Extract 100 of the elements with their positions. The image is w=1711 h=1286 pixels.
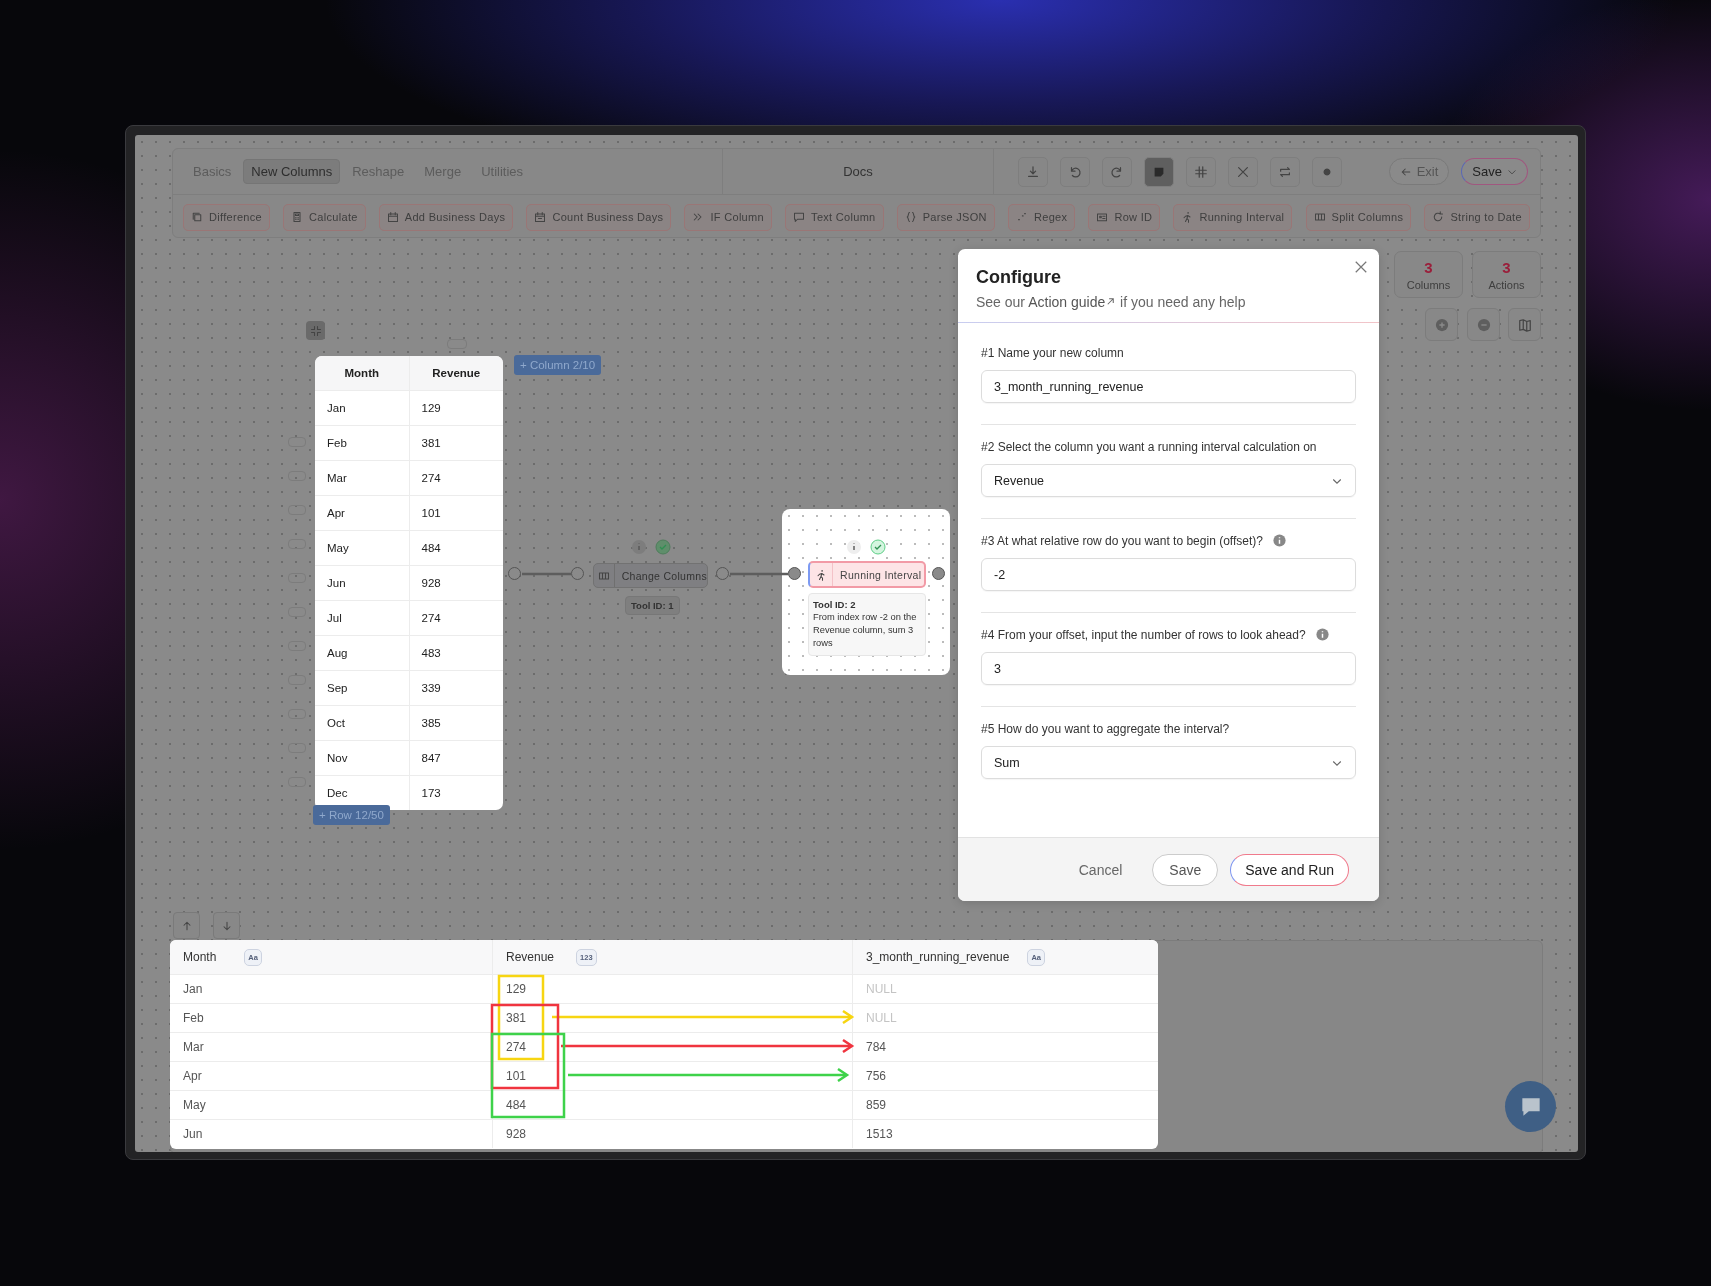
table-cell: 173 <box>408 776 503 810</box>
action-button[interactable]: Add Business Days <box>378 203 514 231</box>
table-cell-text: Oct <box>326 716 346 731</box>
row-handle[interactable] <box>288 573 306 583</box>
columns-icon <box>1313 211 1326 223</box>
docs-link[interactable]: Docs <box>843 164 873 179</box>
workflow-node[interactable]: Running Interval <box>808 561 926 588</box>
row-handle[interactable] <box>288 641 306 651</box>
zoom-in-button[interactable] <box>1425 308 1458 341</box>
table-cell: Jun <box>183 1127 203 1141</box>
save-button[interactable]: Save <box>1461 158 1528 185</box>
info-icon[interactable] <box>631 539 647 555</box>
column-header: Revenue <box>408 356 503 390</box>
dialog-title: Configure <box>976 267 1062 288</box>
note-button[interactable] <box>1144 156 1174 187</box>
dialog-subtitle: See our Action guide if you need any help <box>976 294 1247 310</box>
input-field[interactable]: -2 <box>981 558 1356 591</box>
row-handle[interactable] <box>288 505 306 515</box>
add-column-button[interactable]: + Column 2/10 <box>514 355 602 375</box>
action-button[interactable]: Row ID <box>1088 203 1161 231</box>
action-button[interactable]: Parse JSON <box>896 203 995 231</box>
arrow-up-icon <box>180 919 193 932</box>
table-cell-text: Aug <box>326 646 349 661</box>
table-cell: 484 <box>506 1098 527 1112</box>
row-handle[interactable] <box>288 437 306 447</box>
connector-line <box>730 572 788 576</box>
table-cell: 784 <box>866 1040 887 1054</box>
calendar-icon <box>386 211 399 223</box>
row-handle[interactable] <box>288 777 306 787</box>
redo-button[interactable] <box>1102 156 1132 187</box>
stat-label: Columns <box>1406 278 1451 291</box>
stat-value: 3 <box>1502 258 1511 276</box>
hash-icon <box>1194 164 1208 179</box>
plus-circle-icon <box>1434 317 1449 332</box>
download-button[interactable] <box>1018 156 1048 187</box>
node-label: Running Interval <box>839 568 922 581</box>
map-button[interactable] <box>1508 308 1541 341</box>
table-cell: NULL <box>866 1011 897 1025</box>
action-button[interactable]: Count Business Days <box>526 203 672 231</box>
save-and-run-button[interactable]: Save and Run <box>1230 853 1349 886</box>
info-icon[interactable] <box>1315 628 1329 641</box>
action-button[interactable]: Text Column <box>785 203 884 231</box>
action-guide-link[interactable]: Action guide <box>1028 294 1117 310</box>
swap-button[interactable] <box>1270 156 1300 187</box>
table-cell: 847 <box>408 741 503 775</box>
table-cell-text: Sep <box>326 681 349 696</box>
save-button[interactable]: Save <box>1152 853 1219 886</box>
refresh-icon <box>1432 211 1445 223</box>
node-label: Change Columns <box>620 569 707 582</box>
action-button[interactable]: Difference <box>183 203 270 231</box>
arrow-down-icon <box>220 919 233 932</box>
tab[interactable]: New Columns <box>243 159 341 184</box>
table-cell-text: Mar <box>326 471 348 486</box>
info-icon[interactable] <box>846 539 862 555</box>
info-icon[interactable] <box>1272 534 1286 547</box>
table-cell: 385 <box>408 706 503 740</box>
runner-icon <box>815 568 827 581</box>
input-field[interactable]: 3_month_running_revenue <box>981 370 1356 403</box>
row-handle[interactable] <box>288 471 306 481</box>
minus-circle-icon <box>1476 317 1491 332</box>
zoom-out-button[interactable] <box>1467 308 1500 341</box>
action-button[interactable]: Calculate <box>283 203 366 231</box>
redo-icon <box>1110 164 1124 179</box>
hash-button[interactable] <box>1186 156 1216 187</box>
action-button[interactable]: Regex <box>1007 203 1076 231</box>
column-handle[interactable] <box>447 339 467 349</box>
scroll-down-button[interactable] <box>213 912 240 939</box>
row-handle[interactable] <box>288 607 306 617</box>
row-handle[interactable] <box>288 709 306 719</box>
dropdown[interactable]: Sum <box>981 746 1356 779</box>
action-button[interactable]: Split Columns <box>1305 203 1412 231</box>
undo-button[interactable] <box>1060 156 1090 187</box>
workflow-node[interactable]: Change Columns <box>593 563 708 588</box>
record-button[interactable] <box>1312 156 1342 187</box>
row-handle[interactable] <box>288 539 306 549</box>
row-handle[interactable] <box>288 675 306 685</box>
action-button[interactable]: Running Interval <box>1173 203 1293 231</box>
table-cell: 274 <box>506 1040 527 1054</box>
check-circle-icon <box>870 539 886 555</box>
table-cell-text: Feb <box>326 436 348 451</box>
add-row-button[interactable]: + Row 12/50 <box>313 805 390 825</box>
action-button[interactable]: IF Column <box>684 203 772 231</box>
scroll-up-button[interactable] <box>173 912 200 939</box>
table-cell: 339 <box>408 671 503 705</box>
copy-icon <box>191 211 203 223</box>
close-button[interactable] <box>1228 156 1258 187</box>
row-handle[interactable] <box>288 743 306 753</box>
input-field[interactable]: 3 <box>981 652 1356 685</box>
field-label: #4 From your offset, input the number of rows to look ahead? <box>981 627 1329 643</box>
action-button[interactable]: String to Date <box>1424 203 1530 231</box>
table-cell: 381 <box>506 1011 527 1025</box>
table-cell: 274 <box>408 461 503 495</box>
close-icon <box>1354 260 1368 274</box>
cancel-button[interactable]: Cancel <box>1072 860 1129 879</box>
check-circle-icon <box>655 539 671 555</box>
fit-view-button[interactable] <box>306 321 325 340</box>
dropdown[interactable]: Revenue <box>981 464 1356 497</box>
calendar-icon <box>534 211 547 223</box>
table-cell: 756 <box>866 1069 887 1083</box>
close-icon <box>1236 164 1250 179</box>
